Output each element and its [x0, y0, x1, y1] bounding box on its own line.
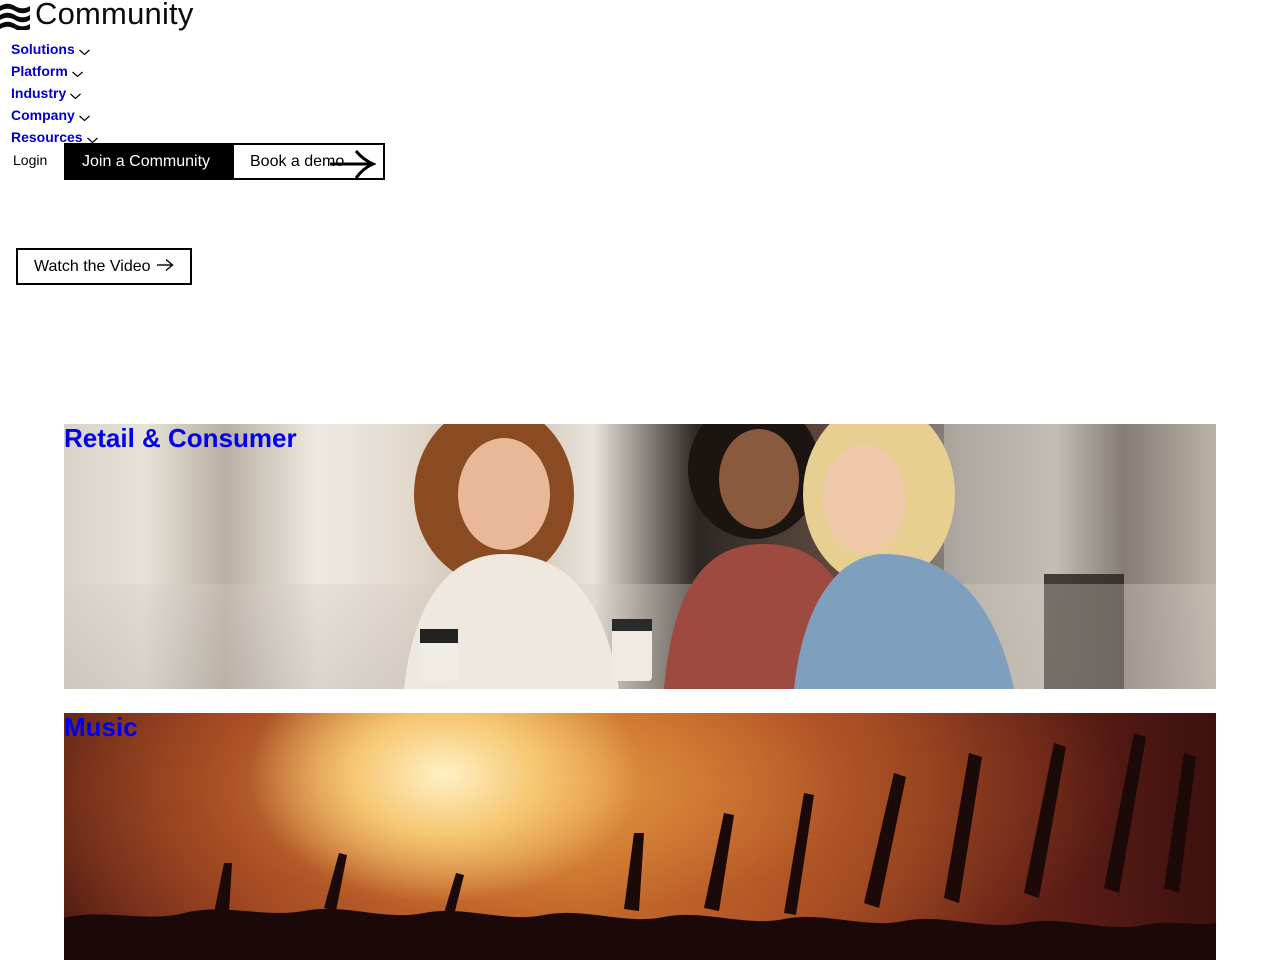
chevron-down-icon [70, 93, 82, 99]
industry-card-title: Music [64, 713, 138, 742]
chevron-down-icon [71, 71, 83, 77]
watch-video-button[interactable]: Watch the Video [16, 248, 192, 285]
main-nav: Solutions Platform Industry Company Reso… [11, 38, 98, 148]
industry-card-music[interactable]: Music [64, 713, 1216, 960]
arrow-right-icon [156, 258, 174, 272]
book-demo-button[interactable]: Book a demo [232, 143, 385, 180]
site-logo[interactable]: Community [0, 0, 194, 32]
arrow-right-icon [330, 150, 376, 179]
music-image [64, 713, 1216, 960]
retail-image [64, 424, 1216, 689]
nav-item-industry[interactable]: Industry [11, 82, 98, 104]
join-community-label: Join a Community [82, 152, 211, 170]
nav-label[interactable]: Industry [11, 84, 66, 102]
chevron-down-icon [78, 49, 90, 55]
nav-item-solutions[interactable]: Solutions [11, 38, 98, 60]
nav-label[interactable]: Platform [11, 62, 68, 80]
industry-card-title: Retail & Consumer [64, 424, 297, 453]
nav-label[interactable]: Solutions [11, 40, 75, 58]
join-community-button[interactable]: Join a Community [64, 143, 232, 180]
nav-item-company[interactable]: Company [11, 104, 98, 126]
nav-label[interactable]: Company [11, 106, 75, 124]
nav-item-platform[interactable]: Platform [11, 60, 98, 82]
logo-text: Community [35, 0, 194, 31]
industry-card-retail[interactable]: Retail & Consumer [64, 424, 1216, 689]
login-link[interactable]: Login [13, 151, 47, 169]
watch-video-label: Watch the Video [34, 257, 151, 275]
wave-lines-icon [0, 3, 30, 30]
chevron-down-icon [78, 115, 90, 121]
